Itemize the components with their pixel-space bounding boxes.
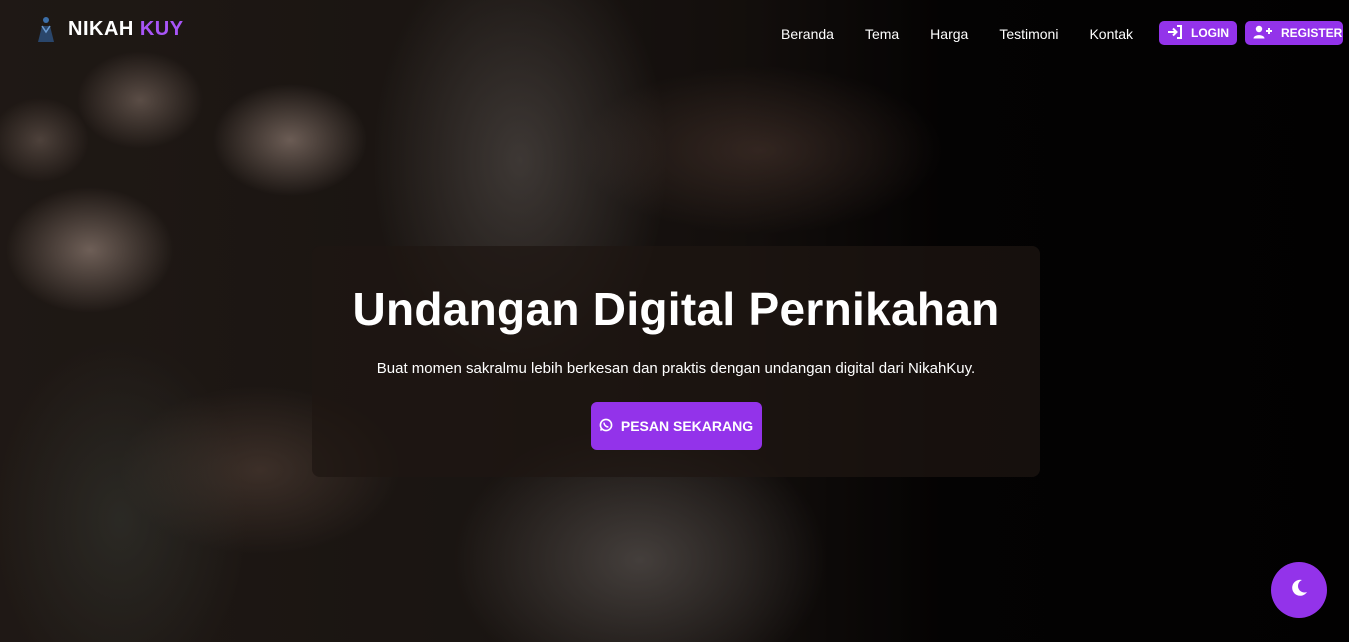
brand[interactable]: NIKAH KUY <box>34 14 184 44</box>
hero-card: Undangan Digital Pernikahan Buat momen s… <box>312 246 1040 477</box>
logo-icon <box>34 14 58 44</box>
hero-title: Undangan Digital Pernikahan <box>352 283 1000 335</box>
order-now-label: PESAN SEKARANG <box>620 418 754 434</box>
order-now-button[interactable]: PESAN SEKARANG <box>590 402 762 450</box>
moon-icon <box>1289 578 1309 603</box>
register-button[interactable]: REGISTER <box>1245 21 1343 45</box>
nav-link-beranda[interactable]: Beranda <box>781 26 834 42</box>
whatsapp-icon <box>599 418 613 435</box>
login-button[interactable]: LOGIN <box>1159 21 1237 45</box>
sign-in-icon <box>1167 24 1183 42</box>
navbar: NIKAH KUY Beranda Tema Harga Testimoni Ko… <box>0 0 1349 68</box>
brand-name-primary: NIKAH <box>68 17 134 40</box>
user-plus-icon <box>1253 25 1273 42</box>
nav-links: Beranda Tema Harga Testimoni Kontak <box>781 26 1133 42</box>
hero-subtitle: Buat momen sakralmu lebih berkesan dan p… <box>376 360 976 377</box>
brand-name-accent: KUY <box>139 17 184 40</box>
nav-link-kontak[interactable]: Kontak <box>1089 26 1133 42</box>
nav-link-testimoni[interactable]: Testimoni <box>999 26 1058 42</box>
dark-mode-toggle[interactable] <box>1271 562 1327 618</box>
nav-link-harga[interactable]: Harga <box>930 26 968 42</box>
register-label: REGISTER <box>1281 26 1343 40</box>
login-label: LOGIN <box>1191 26 1229 40</box>
auth-buttons: LOGIN REGISTER <box>1159 21 1343 45</box>
nav-link-tema[interactable]: Tema <box>865 26 899 42</box>
brand-name: NIKAH KUY <box>68 18 184 41</box>
